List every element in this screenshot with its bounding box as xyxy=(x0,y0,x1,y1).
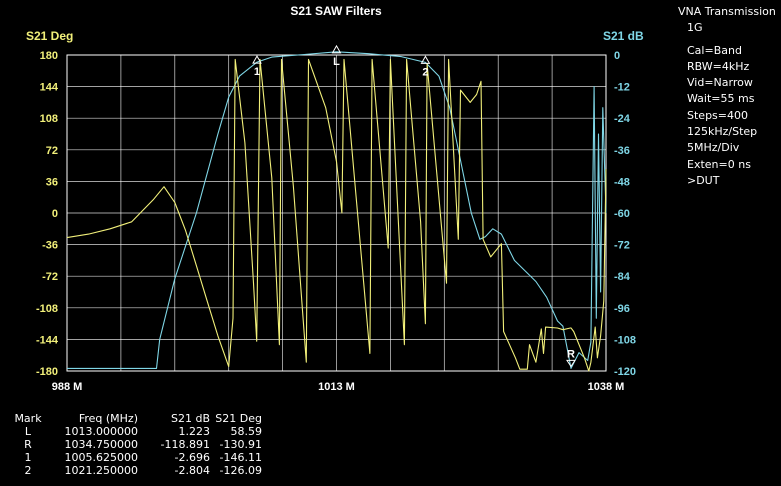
marker-row-deg: -146.11 xyxy=(219,451,262,464)
setting-vid: Vid=Narrow xyxy=(687,76,753,90)
chart-title: S21 SAW Filters xyxy=(290,4,382,18)
marker-row-label: R xyxy=(24,438,32,451)
y-right-tick-label: -60 xyxy=(614,208,630,220)
marker-row-deg: -130.91 xyxy=(219,438,262,451)
marker-row-db: -2.696 xyxy=(174,451,210,464)
marker-row: 1 1005.625000 -2.696 -146.11 xyxy=(10,451,263,464)
y-left-tick-label: -144 xyxy=(36,334,59,346)
marker-table-header: Mark Freq (MHz) S21 dB S21 Deg xyxy=(10,412,262,425)
y-left-tick-label: 144 xyxy=(40,82,59,94)
marker-row-label: 2 xyxy=(24,464,32,477)
marker-label: 2 xyxy=(422,66,428,78)
marker-row: R 1034.750000 -118.891 -130.91 xyxy=(10,438,262,451)
setting-dut: >DUT xyxy=(687,173,720,187)
marker-row-freq: 1021.250000 xyxy=(64,464,138,477)
setting-cal: Cal=Band xyxy=(687,43,742,57)
marker-row-freq: 1034.750000 xyxy=(64,438,138,451)
y-right-label: S21 dB xyxy=(603,29,644,43)
setting-rbw: RBW=4kHz xyxy=(687,59,750,73)
marker-row-db: 1.223 xyxy=(178,425,211,438)
y-right-tick-label: -108 xyxy=(614,334,636,346)
y-right-tick-label: -12 xyxy=(614,82,630,94)
x-tick-label: 1013 M xyxy=(318,381,355,393)
y-left-tick-label: -180 xyxy=(36,366,58,378)
marker-row-db: -118.891 xyxy=(160,438,210,451)
setting-div: 5MHz/Div xyxy=(687,141,740,155)
marker-row-freq: 1005.625000 xyxy=(64,451,138,464)
y-left-tick-label: 108 xyxy=(40,113,58,125)
marker-label: 1 xyxy=(254,66,260,78)
col-db: S21 dB xyxy=(170,412,210,425)
marker-row-label: 1 xyxy=(24,451,32,464)
y-right-tick-label: -96 xyxy=(614,303,630,315)
setting-wait: Wait=55 ms xyxy=(687,92,755,106)
y-right-tick-label: -48 xyxy=(614,176,630,188)
panel-title: VNA Transmission xyxy=(678,5,776,18)
y-left-tick-label: 0 xyxy=(52,208,58,220)
marker-label: L xyxy=(333,56,340,68)
y-right-tick-label: -120 xyxy=(614,366,636,378)
marker-row: L 1013.000000 1.223 58.59 xyxy=(10,425,262,438)
col-mark: Mark xyxy=(14,412,42,425)
y-left-tick-label: -72 xyxy=(42,271,58,283)
y-right-tick-label: -36 xyxy=(614,145,630,157)
y-right-tick-label: 0 xyxy=(614,50,620,62)
marker-row-freq: 1013.000000 xyxy=(64,425,138,438)
y-left-tick-label: 180 xyxy=(40,50,58,62)
setting-step-size: 125kHz/Step xyxy=(687,125,758,139)
y-left-tick-label: -36 xyxy=(42,240,58,252)
y-right-tick-label: -72 xyxy=(614,240,630,252)
setting-exten: Exten=0 ns xyxy=(687,157,751,171)
marker-row-deg: -126.09 xyxy=(219,464,262,477)
col-freq: Freq (MHz) xyxy=(78,412,138,425)
settings-panel: VNA Transmission 1G Cal=Band RBW=4kHz Vi… xyxy=(678,4,776,189)
y-left-tick-label: 36 xyxy=(46,176,58,188)
y-right-tick-label: -84 xyxy=(614,271,631,283)
y-left-label: S21 Deg xyxy=(26,29,73,43)
marker-row-label: L xyxy=(24,425,32,438)
y-left-tick-label: -108 xyxy=(36,303,58,315)
marker-row-deg: 58.59 xyxy=(230,425,263,438)
setting-steps: Steps=400 xyxy=(687,108,748,122)
panel-band: 1G xyxy=(687,21,703,35)
col-deg: S21 Deg xyxy=(215,412,262,425)
x-tick-label: 988 M xyxy=(52,381,83,393)
y-right-tick-label: -24 xyxy=(614,113,631,125)
marker-row: 2 1021.250000 -2.804 -126.09 xyxy=(10,464,263,477)
marker-row-db: -2.804 xyxy=(174,464,210,477)
marker-label: R xyxy=(567,348,575,360)
marker-table: Mark Freq (MHz) S21 dB S21 Deg L 1013.00… xyxy=(10,412,262,477)
y-left-tick-label: 72 xyxy=(46,145,58,157)
x-tick-label: 1038 M xyxy=(588,381,625,393)
